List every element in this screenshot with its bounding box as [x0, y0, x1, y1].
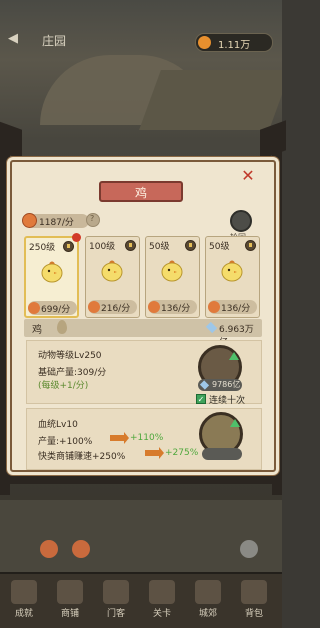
alert-dot	[72, 233, 81, 242]
card-rate: 136/分	[148, 300, 197, 314]
animal-card[interactable]: 250级 699/分	[24, 233, 81, 318]
gem-icon	[205, 321, 218, 334]
nav-bag[interactable]: 背包	[232, 578, 276, 622]
nav-label: 城郊	[198, 609, 217, 619]
back-button[interactable]: ◀	[8, 31, 18, 46]
chick-icon	[221, 260, 243, 282]
card-level: 250级	[29, 243, 56, 253]
page-title: 庄园	[42, 34, 67, 48]
coin-amount: 1.11万	[218, 40, 251, 51]
item-icon[interactable]	[72, 540, 90, 558]
achievement-icon	[11, 580, 37, 604]
bottom-item-row	[40, 540, 258, 562]
item-icon[interactable]	[40, 540, 58, 558]
arrow-right-icon	[145, 447, 164, 459]
star-badge-icon	[125, 240, 136, 251]
card-rate-value: 136/分	[221, 304, 251, 314]
output-next: +110%	[130, 433, 164, 443]
item-icon[interactable]	[240, 540, 258, 558]
base-output: 基础产量:309/分	[38, 368, 107, 378]
bloodline-level: 血统Lv10	[38, 420, 78, 430]
star-badge-icon	[185, 240, 196, 251]
output-bonus: 产量:+100%	[38, 437, 93, 447]
coin-icon	[22, 213, 37, 228]
help-button[interactable]: ?	[86, 213, 100, 227]
animal-card[interactable]: 100级 216/分	[85, 236, 140, 318]
animal-info-bar: 鸡 6.963万亿	[24, 319, 262, 348]
chick-icon	[41, 261, 63, 283]
card-rate-value: 699/分	[41, 305, 71, 315]
arrow-right-icon	[110, 432, 129, 444]
coin-icon	[88, 301, 100, 313]
gem-icon	[199, 380, 210, 390]
card-rate: 216/分	[88, 300, 137, 314]
nav-suburbs[interactable]: 城郊	[186, 578, 230, 622]
drop-icon	[57, 320, 67, 334]
retainer-icon	[103, 580, 129, 604]
bag-icon	[241, 580, 267, 604]
animal-level: 动物等级Lv250	[38, 351, 102, 361]
coin-counter: 1.11万	[195, 33, 273, 52]
nav-shop[interactable]: 商铺	[48, 578, 92, 622]
card-level: 50级	[149, 242, 170, 252]
coin-icon	[148, 301, 160, 313]
ten-times-label: 连续十次	[209, 396, 246, 406]
frame-post-left	[0, 150, 10, 495]
shop-bonus: 快类商铺赚速+250%	[38, 452, 126, 462]
shop-icon	[57, 580, 83, 604]
chick-icon	[101, 260, 123, 282]
panel-title: 鸡	[99, 181, 183, 202]
up-arrow-icon	[230, 419, 240, 427]
total-rate-value: 1187/分	[39, 218, 74, 228]
nav-label: 关卡	[152, 609, 171, 619]
upgrade-cost: 9786亿	[198, 379, 242, 391]
per-level-bonus: (每级+1/分)	[38, 381, 89, 391]
shop-next: +275%	[165, 448, 199, 458]
chick-icon	[161, 260, 183, 282]
animal-name: 鸡	[32, 325, 42, 336]
star-badge-icon	[245, 240, 256, 251]
total-rate: 1187/分	[22, 213, 89, 228]
animal-cards: 250级 699/分 100级 216/分 50级 136/分 50级 136/…	[24, 233, 264, 326]
close-icon[interactable]: ✕	[240, 168, 256, 184]
card-rate-value: 136/分	[161, 304, 191, 314]
upgrade-cost-value: 9786亿	[212, 380, 241, 389]
building-roof-right	[139, 70, 282, 130]
top-bar: ◀ 庄园 1.11万	[0, 28, 282, 54]
animal-card[interactable]: 50级 136/分	[145, 236, 200, 318]
level-icon	[149, 580, 175, 604]
star-badge-icon	[63, 241, 74, 252]
nav-retainers[interactable]: 门客	[94, 578, 138, 622]
ten-times-toggle[interactable]: ✓ 连续十次	[196, 393, 250, 406]
card-level: 100级	[89, 242, 116, 252]
rebirth-button[interactable]	[230, 210, 252, 232]
coin-icon	[198, 36, 211, 49]
card-level: 50级	[209, 242, 230, 252]
nav-label: 门客	[106, 609, 125, 619]
animal-card[interactable]: 50级 136/分	[205, 236, 260, 318]
frame-beam	[0, 470, 282, 484]
card-rate-value: 216/分	[101, 304, 131, 314]
coin-icon	[28, 302, 40, 314]
nav-label: 成就	[14, 609, 33, 619]
card-rate: 136/分	[208, 300, 257, 314]
checkbox-icon[interactable]: ✓	[196, 394, 206, 404]
nav-levels[interactable]: 关卡	[140, 578, 184, 622]
suburb-icon	[195, 580, 221, 604]
nav-label: 背包	[244, 609, 263, 619]
bottom-nav: 成就 商铺 门客 关卡 城郊 背包	[0, 572, 282, 628]
help-label: ?	[90, 214, 95, 223]
bloodline-cost	[202, 448, 242, 460]
animal-panel: 鸡 ✕ 1187/分 ? 轮回 250级 699/分 100级	[10, 160, 276, 472]
up-arrow-icon	[229, 352, 239, 360]
coin-icon	[208, 301, 220, 313]
nav-label: 商铺	[60, 609, 79, 619]
card-rate: 699/分	[28, 301, 77, 315]
nav-achievements[interactable]: 成就	[2, 578, 46, 622]
